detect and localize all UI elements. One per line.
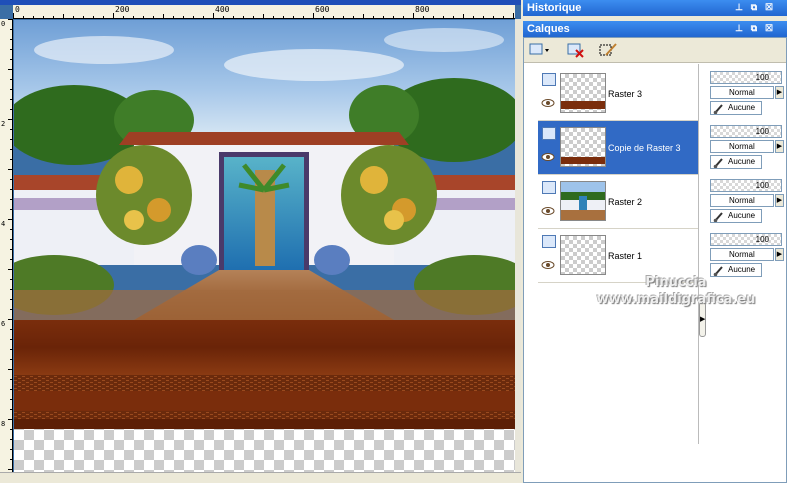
- edit-selection-icon[interactable]: [598, 41, 620, 59]
- blend-mode-value: Normal: [729, 88, 755, 97]
- visibility-eye-icon[interactable]: [541, 207, 555, 215]
- layer-name: Raster 1: [608, 251, 643, 261]
- layer-group-link[interactable]: Aucune: [710, 101, 762, 115]
- delete-layer-icon[interactable]: [566, 41, 588, 59]
- blend-mode-arrow-icon[interactable]: ▶: [775, 248, 784, 261]
- layers-panel-titlebar[interactable]: Calques ⊥ ⧉ ☒: [523, 21, 787, 37]
- layer-name: Raster 3: [608, 89, 643, 99]
- ruler-label: 2: [1, 120, 6, 128]
- layers-panel-title: Calques: [527, 23, 570, 35]
- close-icon[interactable]: ☒: [763, 1, 775, 14]
- opacity-value: 100: [755, 181, 769, 190]
- watermark-line-2: www.maildigrafica.eu: [596, 292, 756, 307]
- opacity-slider[interactable]: 100: [710, 71, 782, 84]
- canvas-artwork[interactable]: [14, 20, 515, 472]
- brush-link-icon: [713, 104, 723, 114]
- layer-thumbnail: [560, 73, 606, 113]
- opacity-value: 100: [755, 127, 769, 136]
- image-window: 0 200 400 600 800 0 2 4 6 8: [0, 0, 521, 483]
- layer-properties: 100 Normal ▶ Aucune: [710, 125, 786, 175]
- blend-mode-select[interactable]: Normal: [710, 86, 774, 99]
- ruler-label: 0: [1, 20, 6, 28]
- blend-mode-select[interactable]: Normal: [710, 248, 774, 261]
- opacity-slider[interactable]: 100: [710, 125, 782, 138]
- visibility-eye-icon[interactable]: [541, 99, 555, 107]
- psp-workspace: 0 200 400 600 800 0 2 4 6 8 Historique ⊥…: [0, 0, 787, 483]
- pin-icon[interactable]: ⊥: [733, 1, 745, 14]
- brush-link-icon: [713, 158, 723, 168]
- ruler-ticks-vertical: [8, 19, 12, 470]
- layer-name: Copie de Raster 3: [608, 143, 681, 153]
- layers-toolbar: [524, 38, 786, 63]
- history-panel-titlebar[interactable]: Historique ⊥ ⧉ ☒: [523, 0, 787, 16]
- close-icon[interactable]: ☒: [763, 22, 775, 35]
- opacity-slider[interactable]: 100: [710, 179, 782, 192]
- visibility-eye-icon[interactable]: [541, 153, 555, 161]
- blend-mode-value: Normal: [729, 250, 755, 259]
- link-value: Aucune: [728, 103, 756, 112]
- layer-properties: 100 Normal ▶ Aucune: [710, 179, 786, 229]
- vertical-ruler: 0 2 4 6 8: [0, 19, 13, 472]
- layer-name: Raster 2: [608, 197, 643, 207]
- new-layer-icon[interactable]: [528, 41, 550, 59]
- watermark: Pinuccia www.maildigrafica.eu: [576, 274, 776, 308]
- watermark-line-1: Pinuccia: [645, 275, 707, 290]
- ruler-label: 800: [415, 5, 430, 14]
- blend-mode-arrow-icon[interactable]: ▶: [775, 86, 784, 99]
- blend-mode-select[interactable]: Normal: [710, 140, 774, 153]
- ruler-label: 8: [1, 420, 6, 428]
- brush-link-icon: [713, 212, 723, 222]
- raster-layer-icon: [542, 127, 556, 140]
- pin-icon[interactable]: ⊥: [733, 22, 745, 35]
- blend-mode-arrow-icon[interactable]: ▶: [775, 140, 784, 153]
- link-value: Aucune: [728, 211, 756, 220]
- ruler-label: 400: [215, 5, 230, 14]
- opacity-slider[interactable]: 100: [710, 233, 782, 246]
- layer-row-raster-3[interactable]: Raster 3: [538, 67, 698, 121]
- history-panel-title: Historique: [527, 2, 582, 14]
- panel-splitter[interactable]: [698, 64, 705, 444]
- layer-row-copie-de-raster-3[interactable]: Copie de Raster 3: [538, 121, 698, 175]
- blend-mode-arrow-icon[interactable]: ▶: [775, 194, 784, 207]
- link-value: Aucune: [728, 265, 756, 274]
- vertical-scrollbar[interactable]: [515, 19, 521, 472]
- layer-group-link[interactable]: Aucune: [710, 209, 762, 223]
- ruler-ticks: [13, 13, 514, 18]
- opacity-value: 100: [755, 235, 769, 244]
- layers-panel: Raster 3 Copie de Raster 3 Raster 2 Rast…: [523, 37, 787, 483]
- blend-mode-value: Normal: [729, 196, 755, 205]
- restore-icon[interactable]: ⧉: [748, 22, 760, 35]
- layer-row-raster-2[interactable]: Raster 2: [538, 175, 698, 229]
- raster-layer-icon: [542, 73, 556, 86]
- restore-icon[interactable]: ⧉: [748, 1, 760, 14]
- raster-layer-icon: [542, 181, 556, 194]
- raster-layer-icon: [542, 235, 556, 248]
- layer-thumbnail: [560, 127, 606, 167]
- ruler-label: 0: [15, 5, 20, 14]
- opacity-value: 100: [755, 73, 769, 82]
- layer-thumbnail: [560, 181, 606, 221]
- image-window-bottom-edge: [0, 472, 521, 483]
- blend-mode-select[interactable]: Normal: [710, 194, 774, 207]
- blend-mode-value: Normal: [729, 142, 755, 151]
- layer-properties: 100 Normal ▶ Aucune: [710, 71, 786, 121]
- layer-thumbnail: [560, 235, 606, 275]
- horizontal-ruler: 0 200 400 600 800: [13, 5, 515, 19]
- image-canvas[interactable]: [14, 20, 515, 472]
- link-value: Aucune: [728, 157, 756, 166]
- ruler-label: 6: [1, 320, 6, 328]
- ruler-label: 4: [1, 220, 6, 228]
- ruler-label: 200: [115, 5, 130, 14]
- visibility-eye-icon[interactable]: [541, 261, 555, 269]
- ruler-label: 600: [315, 5, 330, 14]
- layer-group-link[interactable]: Aucune: [710, 155, 762, 169]
